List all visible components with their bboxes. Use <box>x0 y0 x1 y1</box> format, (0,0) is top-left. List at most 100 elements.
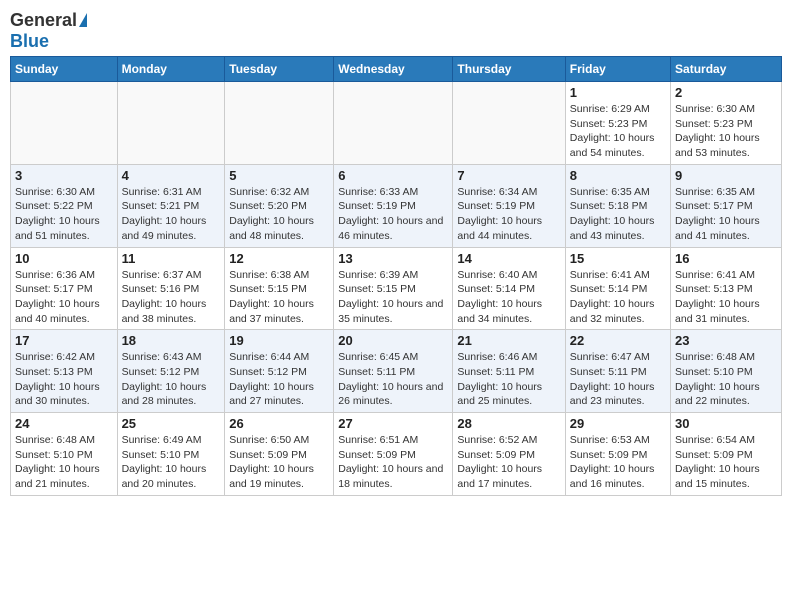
day-number: 18 <box>122 333 221 348</box>
column-header-tuesday: Tuesday <box>225 57 334 82</box>
calendar-cell: 10 Sunrise: 6:36 AM Sunset: 5:17 PM Dayli… <box>11 247 118 330</box>
day-info: Sunrise: 6:42 AM Sunset: 5:13 PM Dayligh… <box>15 350 113 409</box>
day-info: Sunrise: 6:37 AM Sunset: 5:16 PM Dayligh… <box>122 268 221 327</box>
day-number: 10 <box>15 251 113 266</box>
day-number: 27 <box>338 416 448 431</box>
day-info: Sunrise: 6:43 AM Sunset: 5:12 PM Dayligh… <box>122 350 221 409</box>
day-number: 22 <box>570 333 666 348</box>
day-info: Sunrise: 6:49 AM Sunset: 5:10 PM Dayligh… <box>122 433 221 492</box>
calendar-cell: 13 Sunrise: 6:39 AM Sunset: 5:15 PM Dayli… <box>334 247 453 330</box>
day-number: 29 <box>570 416 666 431</box>
logo-general-text: General <box>10 10 77 31</box>
calendar-cell: 5 Sunrise: 6:32 AM Sunset: 5:20 PM Daylig… <box>225 164 334 247</box>
calendar-cell: 18 Sunrise: 6:43 AM Sunset: 5:12 PM Dayli… <box>117 330 225 413</box>
calendar-cell <box>334 82 453 165</box>
logo-triangle-icon <box>79 13 87 27</box>
calendar-cell: 1 Sunrise: 6:29 AM Sunset: 5:23 PM Daylig… <box>565 82 670 165</box>
column-header-saturday: Saturday <box>671 57 782 82</box>
day-number: 4 <box>122 168 221 183</box>
day-number: 15 <box>570 251 666 266</box>
calendar-week-row: 24 Sunrise: 6:48 AM Sunset: 5:10 PM Dayli… <box>11 413 782 496</box>
calendar-cell: 27 Sunrise: 6:51 AM Sunset: 5:09 PM Dayli… <box>334 413 453 496</box>
calendar-cell: 21 Sunrise: 6:46 AM Sunset: 5:11 PM Dayli… <box>453 330 565 413</box>
day-info: Sunrise: 6:36 AM Sunset: 5:17 PM Dayligh… <box>15 268 113 327</box>
day-info: Sunrise: 6:29 AM Sunset: 5:23 PM Dayligh… <box>570 102 666 161</box>
calendar-cell: 24 Sunrise: 6:48 AM Sunset: 5:10 PM Dayli… <box>11 413 118 496</box>
day-info: Sunrise: 6:50 AM Sunset: 5:09 PM Dayligh… <box>229 433 329 492</box>
calendar-cell: 16Sunrise: 6:41 AM Sunset: 5:13 PM Dayli… <box>671 247 782 330</box>
calendar-cell: 17Sunrise: 6:42 AM Sunset: 5:13 PM Dayli… <box>11 330 118 413</box>
day-info: Sunrise: 6:54 AM Sunset: 5:09 PM Dayligh… <box>675 433 777 492</box>
day-number: 14 <box>457 251 560 266</box>
day-number: 11 <box>122 251 221 266</box>
day-info: Sunrise: 6:30 AM Sunset: 5:22 PM Dayligh… <box>15 185 113 244</box>
column-header-friday: Friday <box>565 57 670 82</box>
day-info: Sunrise: 6:30 AM Sunset: 5:23 PM Dayligh… <box>675 102 777 161</box>
day-number: 13 <box>338 251 448 266</box>
calendar-cell: 20 Sunrise: 6:45 AM Sunset: 5:11 PM Dayli… <box>334 330 453 413</box>
day-info: Sunrise: 6:39 AM Sunset: 5:15 PM Dayligh… <box>338 268 448 327</box>
day-info: Sunrise: 6:53 AM Sunset: 5:09 PM Dayligh… <box>570 433 666 492</box>
day-info: Sunrise: 6:35 AM Sunset: 5:17 PM Dayligh… <box>675 185 777 244</box>
calendar-cell: 6 Sunrise: 6:33 AM Sunset: 5:19 PM Daylig… <box>334 164 453 247</box>
calendar-cell: 2 Sunrise: 6:30 AM Sunset: 5:23 PM Daylig… <box>671 82 782 165</box>
day-info: Sunrise: 6:45 AM Sunset: 5:11 PM Dayligh… <box>338 350 448 409</box>
calendar-cell <box>225 82 334 165</box>
day-number: 23 <box>675 333 777 348</box>
day-number: 1 <box>570 85 666 100</box>
day-number: 26 <box>229 416 329 431</box>
day-info: Sunrise: 6:44 AM Sunset: 5:12 PM Dayligh… <box>229 350 329 409</box>
day-info: Sunrise: 6:41 AM Sunset: 5:14 PM Dayligh… <box>570 268 666 327</box>
day-number: 28 <box>457 416 560 431</box>
day-info: Sunrise: 6:48 AM Sunset: 5:10 PM Dayligh… <box>15 433 113 492</box>
day-info: Sunrise: 6:35 AM Sunset: 5:18 PM Dayligh… <box>570 185 666 244</box>
day-number: 24 <box>15 416 113 431</box>
calendar-cell <box>453 82 565 165</box>
day-number: 19 <box>229 333 329 348</box>
day-info: Sunrise: 6:38 AM Sunset: 5:15 PM Dayligh… <box>229 268 329 327</box>
calendar-cell <box>117 82 225 165</box>
page-header: General Blue <box>10 10 782 52</box>
calendar-cell: 30 Sunrise: 6:54 AM Sunset: 5:09 PM Dayli… <box>671 413 782 496</box>
column-header-wednesday: Wednesday <box>334 57 453 82</box>
column-header-sunday: Sunday <box>11 57 118 82</box>
calendar-cell: 11 Sunrise: 6:37 AM Sunset: 5:16 PM Dayli… <box>117 247 225 330</box>
day-number: 30 <box>675 416 777 431</box>
calendar-table: SundayMondayTuesdayWednesdayThursdayFrid… <box>10 56 782 496</box>
day-number: 7 <box>457 168 560 183</box>
calendar-cell: 8 Sunrise: 6:35 AM Sunset: 5:18 PM Daylig… <box>565 164 670 247</box>
day-number: 8 <box>570 168 666 183</box>
column-header-monday: Monday <box>117 57 225 82</box>
logo-blue-text: Blue <box>10 31 49 52</box>
day-number: 6 <box>338 168 448 183</box>
day-number: 5 <box>229 168 329 183</box>
logo: General Blue <box>10 10 87 52</box>
day-number: 25 <box>122 416 221 431</box>
day-info: Sunrise: 6:47 AM Sunset: 5:11 PM Dayligh… <box>570 350 666 409</box>
day-number: 21 <box>457 333 560 348</box>
calendar-cell: 12 Sunrise: 6:38 AM Sunset: 5:15 PM Dayli… <box>225 247 334 330</box>
day-number: 20 <box>338 333 448 348</box>
day-info: Sunrise: 6:31 AM Sunset: 5:21 PM Dayligh… <box>122 185 221 244</box>
calendar-cell: 7Sunrise: 6:34 AM Sunset: 5:19 PM Daylig… <box>453 164 565 247</box>
day-info: Sunrise: 6:46 AM Sunset: 5:11 PM Dayligh… <box>457 350 560 409</box>
calendar-cell: 14 Sunrise: 6:40 AM Sunset: 5:14 PM Dayli… <box>453 247 565 330</box>
day-info: Sunrise: 6:40 AM Sunset: 5:14 PM Dayligh… <box>457 268 560 327</box>
day-number: 2 <box>675 85 777 100</box>
calendar-header-row: SundayMondayTuesdayWednesdayThursdayFrid… <box>11 57 782 82</box>
day-info: Sunrise: 6:41 AM Sunset: 5:13 PM Dayligh… <box>675 268 777 327</box>
calendar-cell: 19 Sunrise: 6:44 AM Sunset: 5:12 PM Dayli… <box>225 330 334 413</box>
day-info: Sunrise: 6:51 AM Sunset: 5:09 PM Dayligh… <box>338 433 448 492</box>
column-header-thursday: Thursday <box>453 57 565 82</box>
calendar-cell: 26 Sunrise: 6:50 AM Sunset: 5:09 PM Dayli… <box>225 413 334 496</box>
calendar-cell: 22 Sunrise: 6:47 AM Sunset: 5:11 PM Dayli… <box>565 330 670 413</box>
calendar-cell: 29 Sunrise: 6:53 AM Sunset: 5:09 PM Dayli… <box>565 413 670 496</box>
day-info: Sunrise: 6:32 AM Sunset: 5:20 PM Dayligh… <box>229 185 329 244</box>
day-number: 12 <box>229 251 329 266</box>
day-info: Sunrise: 6:33 AM Sunset: 5:19 PM Dayligh… <box>338 185 448 244</box>
calendar-week-row: 3 Sunrise: 6:30 AM Sunset: 5:22 PM Daylig… <box>11 164 782 247</box>
day-number: 3 <box>15 168 113 183</box>
calendar-week-row: 17Sunrise: 6:42 AM Sunset: 5:13 PM Dayli… <box>11 330 782 413</box>
day-info: Sunrise: 6:52 AM Sunset: 5:09 PM Dayligh… <box>457 433 560 492</box>
calendar-cell: 9Sunrise: 6:35 AM Sunset: 5:17 PM Daylig… <box>671 164 782 247</box>
